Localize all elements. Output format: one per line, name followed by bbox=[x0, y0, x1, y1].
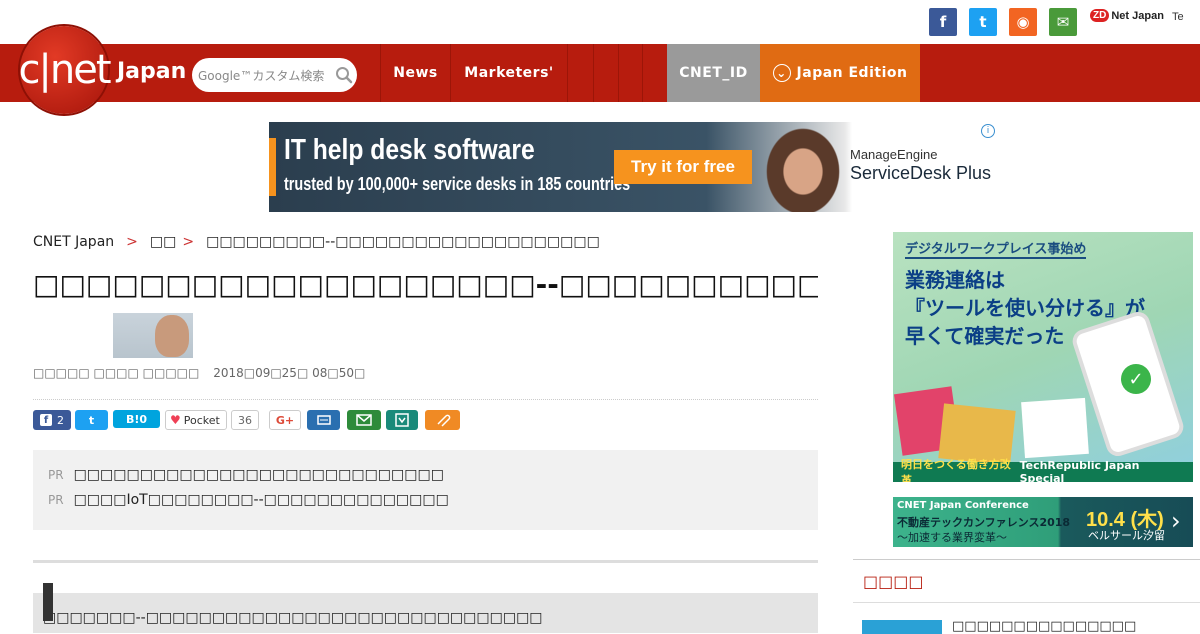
chevron-down-icon: ⌄ bbox=[772, 64, 791, 82]
ad-brand-line1: ManageEngine bbox=[850, 147, 938, 162]
pr-link[interactable]: PR □□□□IoT□□□□□□□□--□□□□□□□□□□□□□□ bbox=[48, 492, 449, 508]
sidebar-item-thumbnail[interactable] bbox=[862, 620, 942, 634]
ad-footer-left: 明日をつくる働き方改革 bbox=[901, 458, 1011, 482]
pr-tag: PR bbox=[48, 493, 64, 507]
conference-line2: ～加速する業界変革～ bbox=[897, 531, 1007, 544]
author-photo bbox=[113, 313, 193, 358]
breadcrumb-current: □□□□□□□□□--□□□□□□□□□□□□□□□□□□□□ bbox=[206, 234, 600, 250]
article-byline: □□□□□ □□□□ □□□□□ 2018□09□25□ 08□50□ bbox=[33, 366, 365, 380]
conference-line1: 不動産テックカンファレンス2018 bbox=[897, 516, 1071, 529]
pocket-icon: ♥ bbox=[170, 413, 181, 427]
ad-subline: trusted by 100,000+ service desks in 185… bbox=[284, 174, 631, 194]
ad-line: 早くて確実だった bbox=[905, 324, 1065, 348]
section-divider bbox=[33, 560, 818, 563]
zdnet-label: Net Japan bbox=[1111, 9, 1164, 22]
hatena-bookmark-button[interactable]: B!0 bbox=[113, 410, 160, 428]
nav-japan-edition[interactable]: ⌄ Japan Edition bbox=[760, 44, 920, 102]
breadcrumb-home[interactable]: CNET Japan bbox=[33, 234, 114, 250]
pr-tag: PR bbox=[48, 468, 64, 482]
mail-icon bbox=[356, 414, 372, 426]
nav-item-empty-1[interactable] bbox=[567, 44, 593, 102]
ad-headline: IT help desk software bbox=[284, 134, 535, 166]
breadcrumb-separator: > bbox=[182, 234, 195, 250]
rss-icon[interactable]: ◉ bbox=[1009, 8, 1037, 36]
chevron-right-icon: › bbox=[1171, 507, 1181, 535]
ad-line: 業務連絡は bbox=[905, 268, 1005, 292]
author-name: □□□□□ □□□□ □□□□□ bbox=[33, 366, 200, 380]
pr-link-text[interactable]: □□□□IoT□□□□□□□□--□□□□□□□□□□□□□□ bbox=[74, 492, 449, 508]
facebook-icon: f bbox=[40, 414, 52, 426]
pocket-label: Pocket bbox=[183, 413, 220, 427]
facebook-share-count: 2 bbox=[57, 413, 64, 427]
sidebar-divider bbox=[853, 559, 1200, 560]
search-icon[interactable] bbox=[331, 62, 357, 88]
zdnet-badge: ZD bbox=[1090, 9, 1110, 22]
sidebar-item-link[interactable]: □□□□□□□□□□□□□□□ bbox=[952, 619, 1136, 634]
mail-icon[interactable]: ✉ bbox=[1049, 8, 1077, 36]
article-lead-box: □□□□□□□--□□□□□□□□□□□□□□□□□□□□□□□□□□□□□□ bbox=[33, 593, 818, 633]
ad-person-image bbox=[761, 122, 845, 212]
print-icon bbox=[316, 415, 331, 425]
sidebar-divider bbox=[853, 602, 1200, 603]
divider bbox=[33, 399, 818, 400]
top-utility-bar: f t ◉ ✉ ZD Net Japan Te bbox=[0, 0, 1200, 44]
zdnet-japan-link[interactable]: ZD Net Japan bbox=[1090, 9, 1164, 22]
clip-button[interactable] bbox=[425, 410, 460, 430]
nav-item-empty-4[interactable] bbox=[642, 44, 667, 102]
print-button[interactable] bbox=[307, 410, 340, 430]
ad-line: 『ツールを使い分ける』が bbox=[905, 296, 1145, 320]
ad-footer-right: TechRepublic Japan Special bbox=[1019, 459, 1140, 482]
article-title: □□□□□□□□□□□□□□□□□□□--□□□□□□□□□□□ bbox=[33, 268, 818, 301]
twitter-icon[interactable]: t bbox=[969, 8, 997, 36]
facebook-share-button[interactable]: f 2 bbox=[33, 410, 71, 430]
check-icon: ✓ bbox=[1121, 364, 1151, 394]
sidebar-ad-conference[interactable]: CNET Japan Conference 不動産テックカンファレンス2018 … bbox=[893, 497, 1193, 547]
top-banner-ad[interactable]: IT help desk software trusted by 100,000… bbox=[269, 122, 998, 212]
ad-kicker: デジタルワークプレイス事始め bbox=[905, 238, 1087, 259]
lead-marker bbox=[43, 583, 53, 621]
ad-accent-bar bbox=[269, 138, 276, 196]
sidebar-heading: □□□□ bbox=[863, 572, 924, 591]
breadcrumb: CNET Japan > □□ > □□□□□□□□□--□□□□□□□□□□□… bbox=[33, 234, 600, 250]
ad-cta-button[interactable]: Try it for free bbox=[614, 150, 752, 184]
google-plus-button[interactable]: G+ bbox=[269, 410, 301, 430]
nav-news[interactable]: News bbox=[380, 44, 450, 102]
save-button[interactable] bbox=[386, 410, 418, 430]
publish-date: 2018□09□25□ 08□50□ bbox=[213, 366, 366, 380]
search-input[interactable]: Google™カスタム検索 bbox=[198, 67, 331, 84]
conference-title: CNET Japan Conference bbox=[897, 500, 1029, 511]
logo-japan-label[interactable]: Japan bbox=[117, 59, 186, 84]
pocket-button[interactable]: ♥ Pocket bbox=[165, 410, 227, 430]
breadcrumb-separator: > bbox=[126, 234, 138, 250]
cnet-logo[interactable]: c|net bbox=[18, 26, 112, 114]
ad-info-icon[interactable]: i bbox=[981, 124, 995, 138]
ad-footer: 明日をつくる働き方改革 TechRepublic Japan Special bbox=[893, 458, 1193, 482]
ad-brand-line2: ServiceDesk Plus bbox=[850, 163, 992, 183]
nav-item-empty-2[interactable] bbox=[593, 44, 618, 102]
pr-link[interactable]: PR □□□□□□□□□□□□□□□□□□□□□□□□□□□□ bbox=[48, 467, 444, 483]
sidebar-ad-digital-workplace[interactable]: デジタルワークプレイス事始め 業務連絡は 『ツールを使い分ける』が 早くて確実だ… bbox=[893, 232, 1193, 482]
ad-illustration-calendar bbox=[1021, 397, 1089, 459]
email-button[interactable] bbox=[347, 410, 381, 430]
nav-item-empty-3[interactable] bbox=[618, 44, 642, 102]
article-lead-text: □□□□□□□--□□□□□□□□□□□□□□□□□□□□□□□□□□□□□□ bbox=[43, 610, 543, 626]
techrepublic-link[interactable]: Te bbox=[1172, 11, 1184, 23]
conference-venue: ベルサール汐留 bbox=[1088, 529, 1165, 542]
pr-link-text[interactable]: □□□□□□□□□□□□□□□□□□□□□□□□□□□□ bbox=[74, 467, 444, 483]
nav-marketers[interactable]: Marketers' bbox=[450, 44, 567, 102]
facebook-icon[interactable]: f bbox=[929, 8, 957, 36]
search-box[interactable]: Google™カスタム検索 bbox=[192, 58, 357, 92]
pr-links-box: PR □□□□□□□□□□□□□□□□□□□□□□□□□□□□ PR □□□□I… bbox=[33, 450, 818, 530]
edition-label: Japan Edition bbox=[796, 65, 908, 81]
paperclip-icon bbox=[436, 414, 450, 427]
download-icon bbox=[395, 413, 409, 427]
nav-cnet-id[interactable]: CNET_ID bbox=[667, 44, 760, 102]
pocket-count: 36 bbox=[231, 410, 259, 430]
twitter-share-button[interactable]: t bbox=[75, 410, 108, 430]
breadcrumb-section[interactable]: □□ bbox=[150, 234, 176, 250]
